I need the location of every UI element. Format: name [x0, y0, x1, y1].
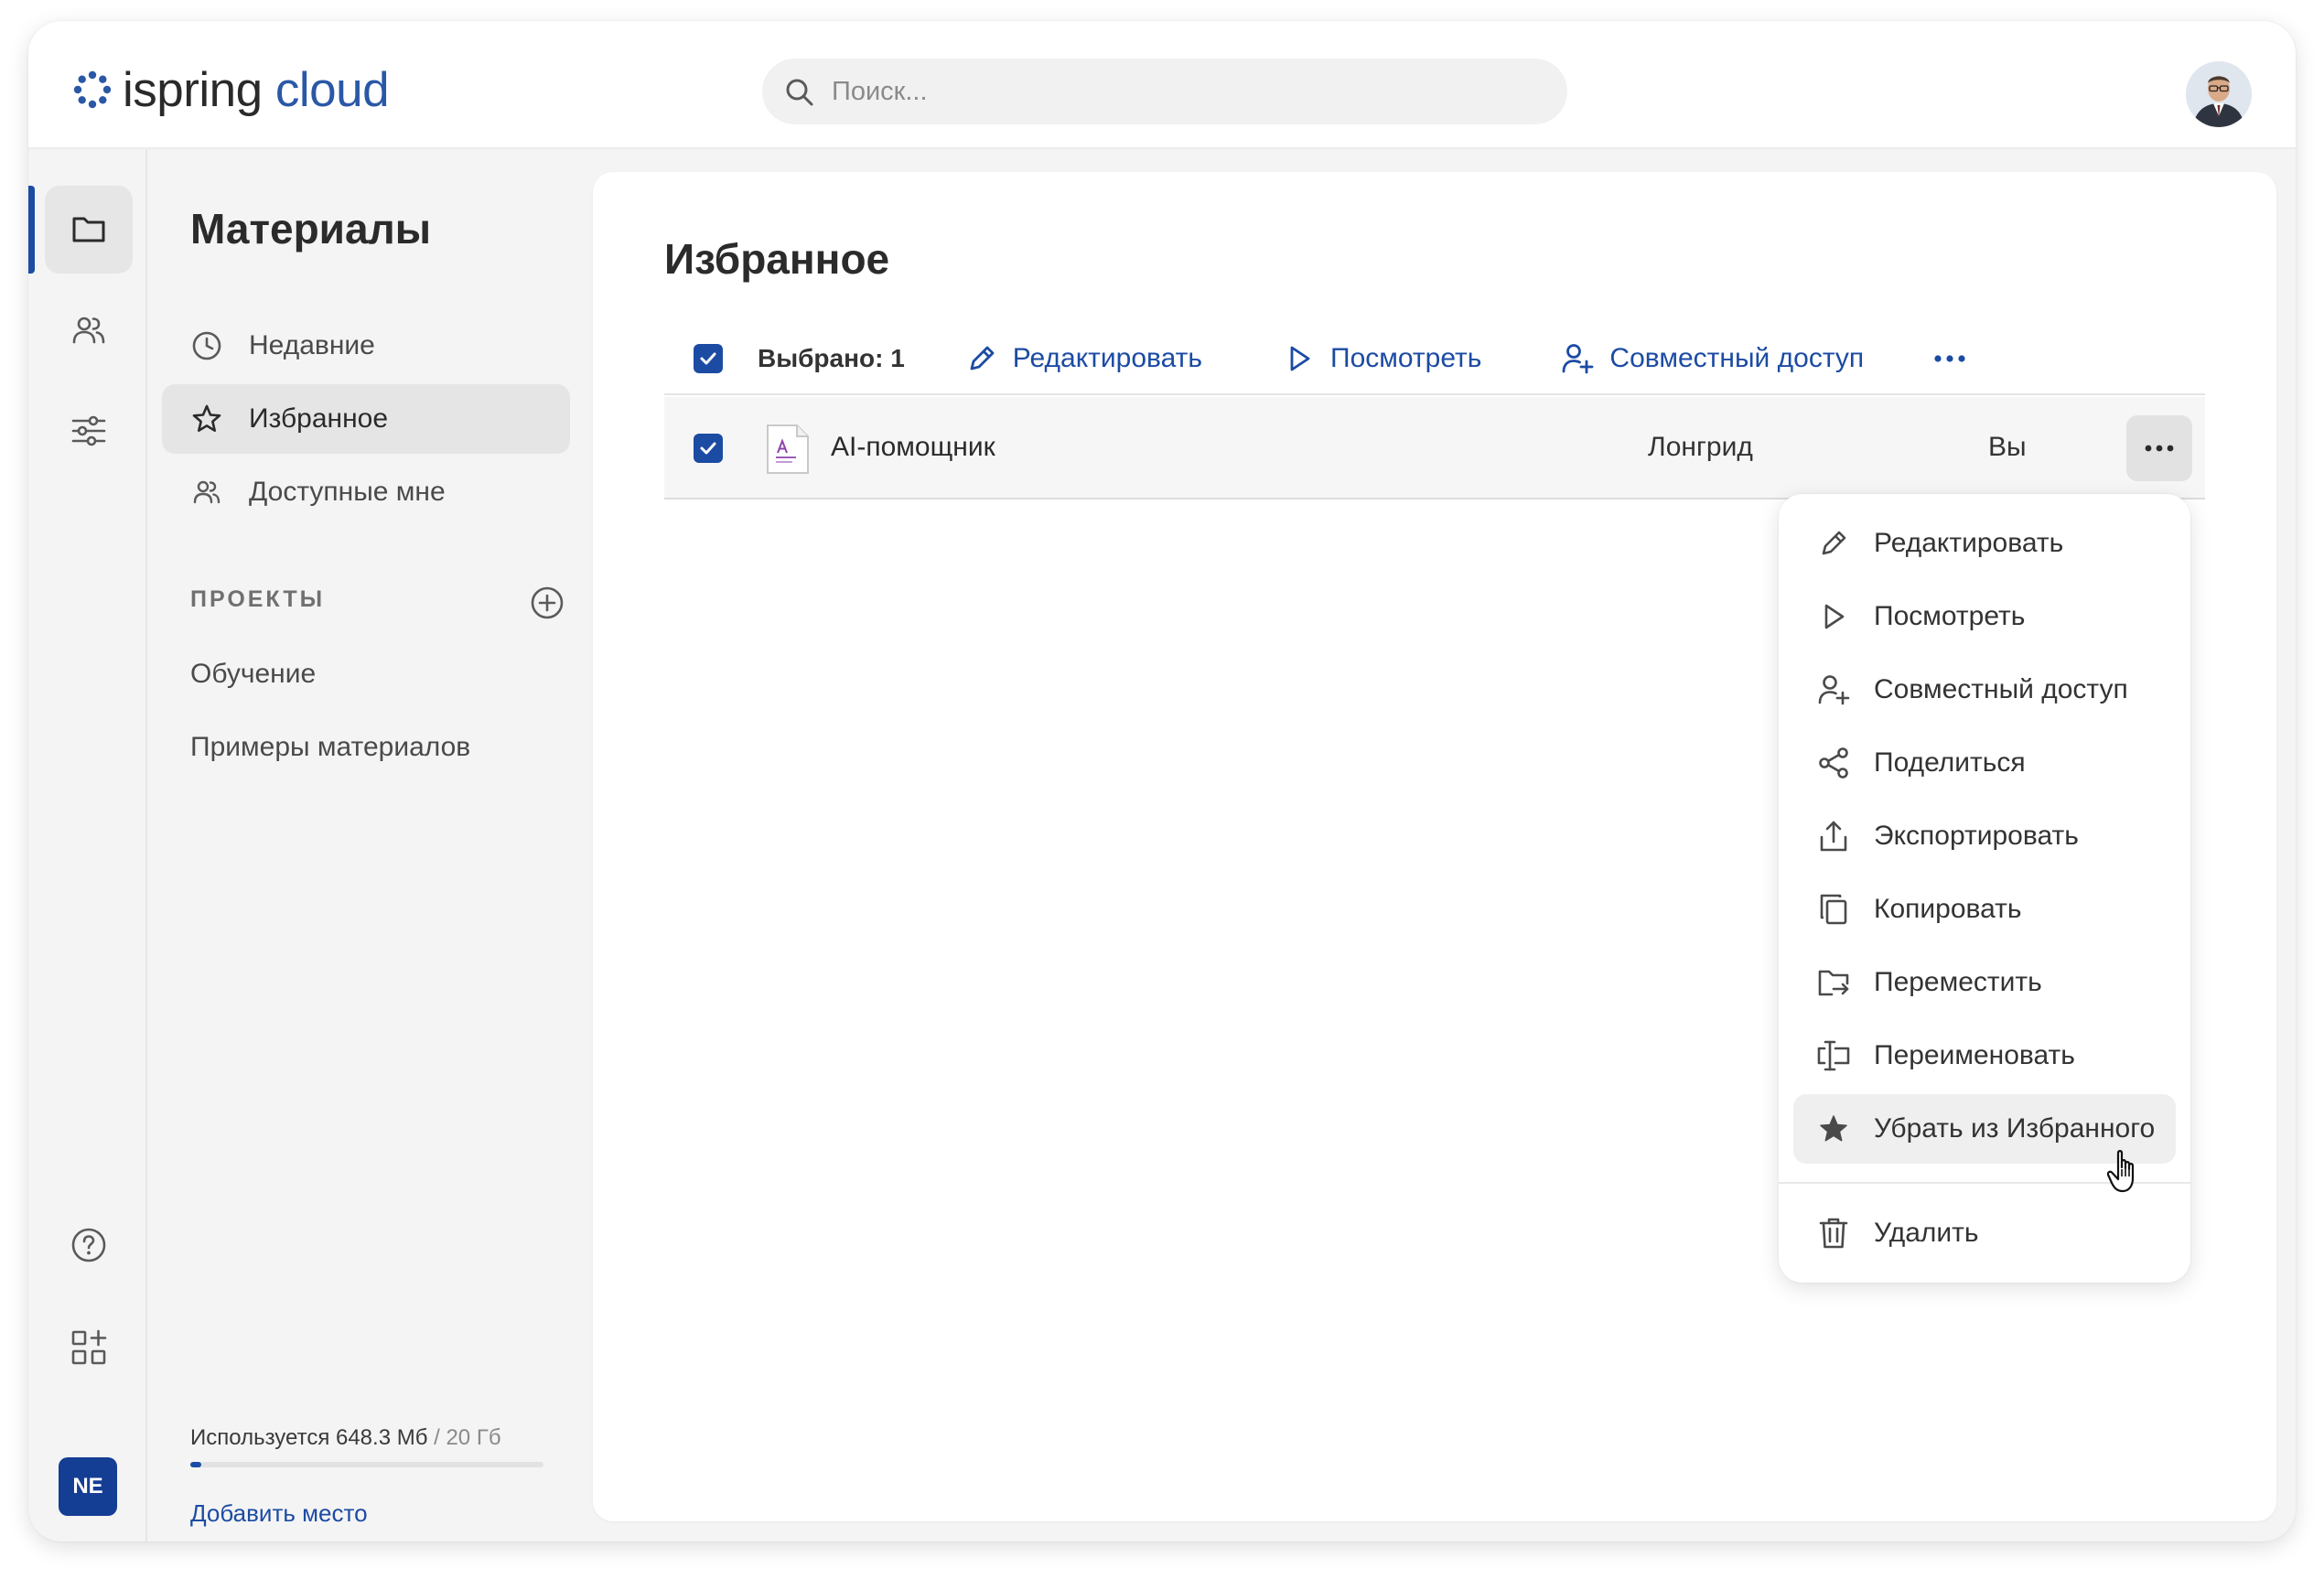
toolbar-share-access-button[interactable]: Совместный доступ	[1560, 341, 1864, 376]
rail-users-button[interactable]	[45, 286, 133, 374]
add-space-link[interactable]: Добавить место	[190, 1499, 368, 1528]
menu-item-copy[interactable]: Копировать	[1793, 875, 2176, 944]
search-icon	[786, 79, 813, 106]
logo-text: ispring cloud	[123, 62, 390, 117]
menu-item-label: Поделиться	[1874, 747, 2026, 778]
menu-item-share-access[interactable]: Совместный доступ	[1793, 655, 2176, 725]
longread-file-icon	[767, 424, 809, 474]
folder-icon	[72, 217, 105, 242]
left-rail: NE	[28, 149, 147, 1541]
menu-item-label: Копировать	[1874, 894, 2022, 924]
menu-item-label: Редактировать	[1874, 528, 2064, 558]
add-project-icon[interactable]	[529, 585, 565, 621]
sliders-icon	[71, 415, 106, 446]
rename-icon	[1817, 1040, 1850, 1071]
toolbar-edit-button[interactable]: Редактировать	[965, 342, 1202, 375]
menu-item-label: Экспортировать	[1874, 821, 2079, 851]
storage-progress-fill	[190, 1462, 202, 1467]
play-icon	[1824, 604, 1845, 629]
play-icon	[1290, 346, 1310, 371]
menu-item-label: Переместить	[1874, 967, 2042, 997]
search-bar[interactable]	[762, 59, 1567, 124]
menu-item-edit[interactable]: Редактировать	[1793, 509, 2176, 578]
more-horizontal-icon	[1934, 355, 1965, 362]
hand-pointer-cursor-icon	[2107, 1150, 2135, 1193]
nav-item-favorites[interactable]: Избранное	[162, 384, 570, 454]
menu-item-label: Удалить	[1874, 1218, 1979, 1248]
top-header: ispring cloud	[28, 21, 2296, 149]
materials-panel: Материалы Недавние Избранное Доступные м…	[149, 149, 607, 1541]
menu-item-label: Посмотреть	[1874, 601, 2026, 631]
user-avatar[interactable]	[2186, 61, 2252, 127]
copy-icon	[1820, 894, 1847, 925]
clock-icon	[192, 331, 221, 360]
menu-item-move[interactable]: Переместить	[1793, 948, 2176, 1017]
selected-count: Выбрано: 1	[758, 344, 905, 372]
row-more-button[interactable]	[2126, 415, 2192, 481]
nav-item-shared-with-me[interactable]: Доступные мне	[162, 457, 570, 527]
users-icon	[193, 480, 221, 504]
rail-apps-button[interactable]	[45, 1304, 133, 1391]
export-icon	[1820, 821, 1847, 852]
file-type: Лонгрид	[1648, 432, 1753, 462]
star-icon	[192, 404, 221, 432]
menu-item-label: Убрать из Избранного	[1874, 1113, 2156, 1144]
row-checkbox[interactable]	[694, 434, 723, 463]
menu-item-export[interactable]: Экспортировать	[1793, 801, 2176, 871]
user-plus-icon	[1818, 675, 1850, 705]
avatar-image	[2186, 61, 2252, 127]
menu-item-rename[interactable]: Переименовать	[1793, 1021, 2176, 1090]
table-row[interactable]: AI-помощник Лонгрид Вы	[664, 397, 2205, 499]
toolbar-more-button[interactable]	[1931, 349, 1983, 368]
trash-icon	[1819, 1218, 1848, 1249]
file-name[interactable]: AI-помощник	[831, 432, 995, 463]
star-filled-icon	[1820, 1115, 1847, 1142]
rail-settings-button[interactable]	[45, 387, 133, 475]
nav-item-label: Недавние	[249, 330, 375, 360]
storage-progress-bar	[190, 1462, 543, 1467]
storage-usage-text: Используется 648.3 Мб / 20 Гб	[190, 1425, 501, 1450]
nav-item-recent[interactable]: Недавние	[162, 311, 570, 381]
rail-help-button[interactable]	[45, 1201, 133, 1289]
rail-active-indicator	[28, 186, 35, 274]
check-icon	[700, 352, 716, 365]
menu-item-delete[interactable]: Удалить	[1793, 1198, 2176, 1268]
more-horizontal-icon	[2145, 445, 2174, 452]
help-icon	[71, 1228, 106, 1262]
user-plus-icon	[1563, 344, 1594, 374]
pencil-icon	[1822, 531, 1846, 555]
nav-item-label: Доступные мне	[249, 477, 446, 507]
menu-item-share[interactable]: Поделиться	[1793, 728, 2176, 798]
users-icon	[72, 317, 105, 344]
ispring-logo-icon	[73, 70, 112, 109]
selection-toolbar: Выбрано: 1 Редактировать Посмотреть Совм…	[664, 324, 2205, 395]
move-icon	[1818, 970, 1849, 996]
search-input[interactable]	[832, 59, 1545, 124]
toolbar-view-button[interactable]: Посмотреть	[1283, 342, 1481, 375]
menu-item-label: Совместный доступ	[1874, 674, 2128, 704]
project-item-training[interactable]: Обучение	[190, 659, 316, 690]
pencil-icon	[970, 346, 995, 371]
share-icon	[1819, 747, 1848, 779]
project-item-examples[interactable]: Примеры материалов	[190, 732, 470, 763]
page-title: Избранное	[664, 235, 890, 283]
menu-item-view[interactable]: Посмотреть	[1793, 582, 2176, 651]
logo[interactable]: ispring cloud	[71, 62, 390, 117]
nav-item-label: Избранное	[249, 403, 389, 434]
file-owner: Вы	[1988, 432, 2027, 462]
user-initials-badge[interactable]: NE	[59, 1457, 117, 1516]
apps-add-icon	[71, 1329, 107, 1365]
select-all-checkbox[interactable]	[694, 344, 723, 373]
menu-item-label: Переименовать	[1874, 1040, 2075, 1070]
projects-header: ПРОЕКТЫ	[190, 586, 326, 612]
rail-materials-button[interactable]	[45, 186, 133, 274]
panel-title: Материалы	[190, 205, 432, 252]
check-icon	[700, 442, 716, 455]
